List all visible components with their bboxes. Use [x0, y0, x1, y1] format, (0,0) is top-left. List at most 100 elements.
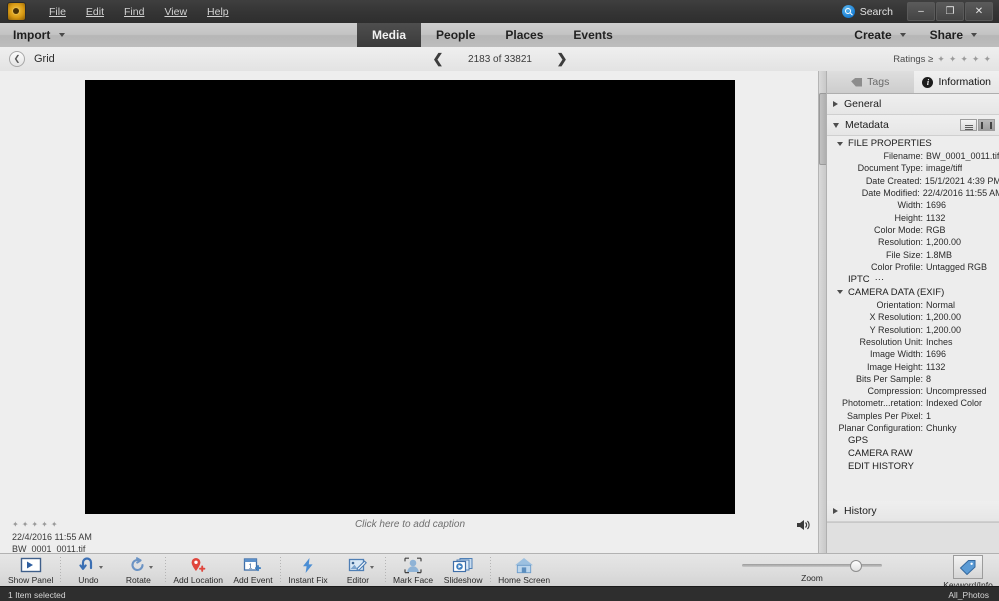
group-camera-data-exif-label: CAMERA DATA (EXIF) — [848, 286, 945, 298]
tab-media[interactable]: Media — [357, 23, 422, 47]
close-button[interactable]: ✕ — [965, 2, 993, 21]
group-gps[interactable]: GPS — [827, 434, 999, 447]
mark-face-button[interactable]: Mark Face — [388, 554, 438, 585]
selection-status: 1 Item selected — [8, 589, 66, 600]
instant-fix-button[interactable]: Instant Fix — [283, 554, 333, 585]
audio-caption-icon[interactable] — [795, 518, 811, 532]
group-camera-data-exif[interactable]: CAMERA DATA (EXIF) — [827, 286, 999, 299]
meta-key: Date Modified: — [861, 188, 920, 199]
section-metadata[interactable]: Metadata — [827, 115, 999, 136]
meta-key: X Resolution: — [869, 312, 923, 323]
keyword-info-button[interactable]: Keyword/Info — [941, 555, 995, 590]
import-button[interactable]: Import — [0, 23, 85, 47]
slideshow-label: Slideshow — [443, 575, 483, 585]
group-camera-raw[interactable]: CAMERA RAW — [827, 447, 999, 460]
rating-star-2[interactable]: ✦ — [949, 54, 957, 65]
minimize-button[interactable]: – — [907, 2, 935, 21]
create-button[interactable]: Create — [842, 28, 917, 42]
metadata-row: Date Modified: 22/4/2016 11:55 AM — [827, 187, 999, 199]
menu-help[interactable]: Help — [197, 4, 239, 20]
zoom-slider[interactable] — [742, 560, 882, 572]
photo-star-5[interactable]: ✦ — [51, 520, 58, 529]
instant-fix-icon — [300, 556, 316, 574]
metadata-row: Document Type: image/tiff — [827, 162, 999, 174]
undo-button[interactable]: Undo — [63, 554, 113, 585]
group-file-properties[interactable]: FILE PROPERTIES — [827, 137, 999, 150]
tab-tags[interactable]: Tags — [827, 71, 914, 93]
instant-fix-label: Instant Fix — [288, 575, 328, 585]
add-event-button[interactable]: 1 Add Event — [228, 554, 278, 585]
meta-value: 8 — [926, 373, 932, 384]
metadata-row: Image Width: 1696 — [827, 348, 999, 360]
group-iptc-label: IPTC — [848, 273, 870, 285]
search-button[interactable]: Search — [841, 5, 893, 18]
caption-input[interactable]: Click here to add caption — [85, 519, 735, 530]
metadata-brief-view-button[interactable] — [960, 119, 977, 131]
chevron-down-icon — [99, 566, 104, 569]
maximize-button[interactable]: ❐ — [936, 2, 964, 21]
tab-events[interactable]: Events — [558, 23, 627, 47]
chevron-left-icon: ❮ — [9, 51, 25, 67]
menu-find[interactable]: Find — [114, 4, 154, 20]
grid-label: Grid — [34, 53, 55, 65]
section-general[interactable]: General — [827, 94, 999, 115]
metadata-row: Resolution: 1,200.00 — [827, 236, 999, 248]
current-album-label: All_Photos — [948, 589, 989, 600]
show-panel-label: Show Panel — [8, 575, 54, 585]
tab-information[interactable]: i Information — [913, 71, 999, 93]
metadata-row: Color Profile: Untagged RGB — [827, 261, 999, 273]
title-bar-right: Search – ❐ ✕ — [841, 0, 999, 23]
photo-star-4[interactable]: ✦ — [41, 520, 48, 529]
next-photo-button[interactable]: ❯ — [548, 51, 576, 67]
metadata-row: Y Resolution: 1,200.00 — [827, 324, 999, 336]
slideshow-button[interactable]: Slideshow — [438, 554, 488, 585]
zoom-slider-handle[interactable] — [850, 560, 862, 572]
menu-bar: File Edit Find View Help — [39, 4, 239, 20]
home-screen-button[interactable]: Home Screen — [493, 554, 555, 585]
create-label: Create — [854, 28, 892, 42]
photo-star-1[interactable]: ✦ — [12, 520, 19, 529]
panel-tabs: Tags i Information — [827, 71, 999, 94]
meta-value: Normal — [926, 300, 956, 311]
meta-key: Image Height: — [866, 361, 923, 372]
rating-star-1[interactable]: ✦ — [937, 54, 945, 65]
photo-preview[interactable] — [85, 80, 735, 514]
group-iptc[interactable]: IPTC ··· — [827, 273, 999, 286]
menu-file[interactable]: File — [39, 4, 76, 20]
meta-value: 15/1/2021 4:39 PM — [924, 175, 999, 186]
back-to-grid-button[interactable]: ❮ Grid — [9, 51, 55, 67]
meta-key: Bits Per Sample: — [855, 373, 923, 384]
rating-star-3[interactable]: ✦ — [960, 54, 968, 65]
meta-value: 1132 — [926, 361, 946, 372]
metadata-full-view-button[interactable] — [978, 119, 995, 131]
group-edit-history[interactable]: EDIT HISTORY — [827, 460, 999, 473]
editor-button[interactable]: Editor — [333, 554, 383, 585]
metadata-row: Height: 1132 — [827, 211, 999, 223]
metadata-row: Resolution Unit: Inches — [827, 336, 999, 348]
show-panel-button[interactable]: Show Panel — [3, 554, 58, 585]
metadata-row: Compression: Uncompressed — [827, 385, 999, 397]
meta-key: Width: — [897, 200, 923, 211]
photo-rating-stars[interactable]: ✦ ✦ ✦ ✦ ✦ — [12, 520, 92, 529]
tab-places[interactable]: Places — [490, 23, 558, 47]
slideshow-icon — [452, 556, 474, 574]
meta-key: Planar Configuration: — [838, 423, 923, 434]
rotate-button[interactable]: Rotate — [113, 554, 163, 585]
photo-star-3[interactable]: ✦ — [31, 520, 38, 529]
menu-view[interactable]: View — [154, 4, 197, 20]
rating-star-4[interactable]: ✦ — [972, 54, 980, 65]
section-history[interactable]: History — [827, 501, 999, 523]
chevron-right-icon — [833, 101, 838, 107]
main-toolbar: Import Media People Places Events Create… — [0, 23, 999, 48]
previous-photo-button[interactable]: ❮ — [424, 51, 452, 67]
share-button[interactable]: Share — [918, 28, 989, 42]
rating-star-5[interactable]: ✦ — [983, 54, 991, 65]
search-label: Search — [859, 5, 893, 18]
meta-value: 22/4/2016 11:55 AM — [922, 188, 999, 199]
menu-edit[interactable]: Edit — [76, 4, 114, 20]
tab-people[interactable]: People — [421, 23, 490, 47]
add-location-button[interactable]: Add Location — [168, 554, 228, 585]
meta-key: File Size: — [885, 249, 923, 260]
metadata-bottom-spacer — [827, 473, 999, 500]
photo-star-2[interactable]: ✦ — [22, 520, 29, 529]
